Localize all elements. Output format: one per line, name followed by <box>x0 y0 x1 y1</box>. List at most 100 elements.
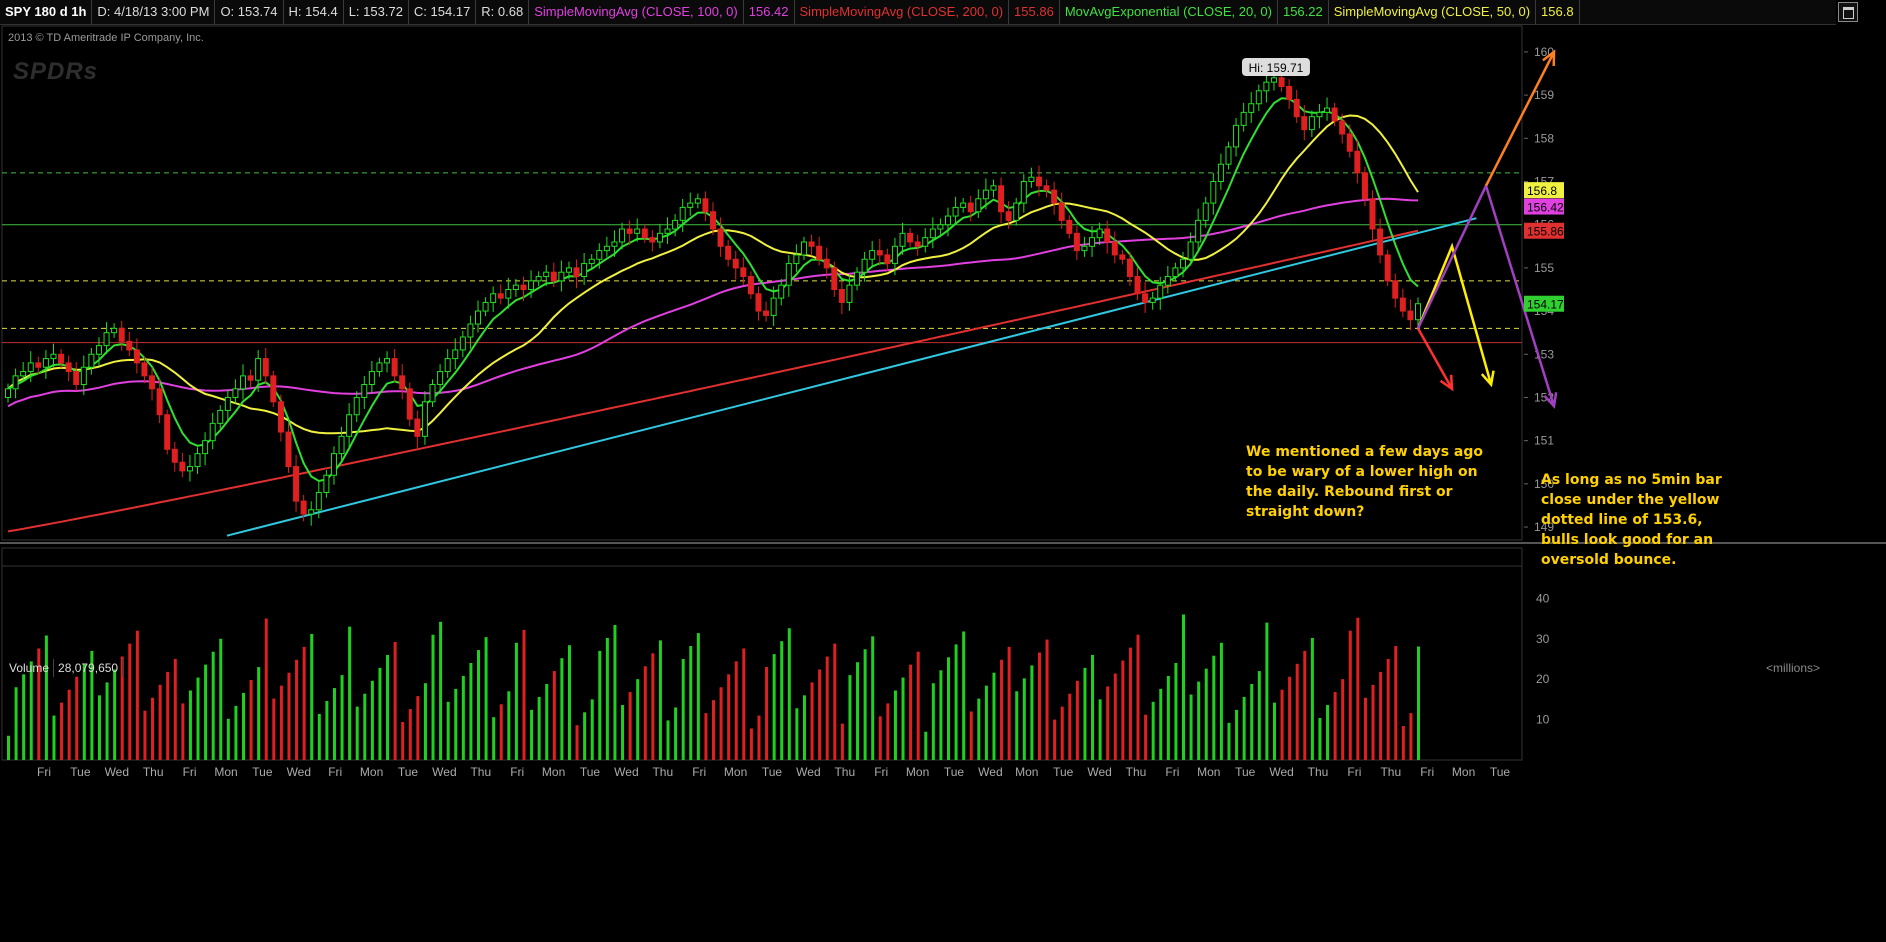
volume-bar <box>135 630 139 760</box>
volume-bar <box>439 621 443 760</box>
candle-body <box>368 371 375 386</box>
candle-body <box>58 353 65 364</box>
candle-body <box>793 254 800 265</box>
volume-axis-label: 10 <box>1536 713 1550 727</box>
volume-bar <box>787 628 791 760</box>
candle-body <box>467 323 474 338</box>
volume-bar <box>166 671 170 760</box>
volume-bar <box>575 725 579 760</box>
price-tag-label: 155.86 <box>1527 225 1564 239</box>
volume-bar <box>67 689 71 760</box>
x-axis-label: Fri <box>1420 765 1434 779</box>
volume-bar <box>1030 665 1034 760</box>
volume-bar <box>1098 699 1102 760</box>
x-axis-label: Mon <box>1015 765 1038 779</box>
candle-body <box>1263 81 1270 92</box>
x-axis-label: Mon <box>542 765 565 779</box>
candle-body <box>763 310 770 316</box>
volume-bar <box>1144 714 1148 760</box>
candle-body <box>1096 228 1103 239</box>
volume-bar <box>1356 617 1360 760</box>
candle-body <box>1157 284 1164 299</box>
candle-body <box>156 388 163 416</box>
volume-axis-label: 20 <box>1536 672 1550 686</box>
candle-body <box>27 362 34 373</box>
candle-body <box>1255 90 1262 105</box>
volume-bar <box>128 643 132 760</box>
candle-body <box>300 500 307 515</box>
candle-body <box>914 241 921 247</box>
volume-bar <box>196 677 200 760</box>
volume-bar <box>621 705 625 760</box>
volume-bar <box>97 695 101 760</box>
candle-body <box>770 297 777 316</box>
candle-body <box>1217 163 1224 182</box>
candle-body <box>285 431 292 468</box>
candle-body <box>88 353 95 368</box>
x-axis-label: Wed <box>978 765 1002 779</box>
volume-bar <box>310 633 314 760</box>
watermark-logo: SPDRs <box>13 58 99 85</box>
candle-body <box>785 263 792 286</box>
candle-body <box>1346 133 1353 152</box>
candle-body <box>323 474 330 493</box>
candle-body <box>346 414 353 437</box>
candle-body <box>1210 180 1217 204</box>
volume-bar <box>984 685 988 760</box>
volume-bar <box>1326 705 1330 760</box>
x-axis-label: Fri <box>1347 765 1361 779</box>
x-axis-label: Fri <box>510 765 524 779</box>
volume-bar <box>712 700 715 760</box>
candle-body <box>694 198 701 204</box>
volume-bar <box>370 680 374 760</box>
candle-body <box>126 340 133 351</box>
x-axis-label: Tue <box>580 765 601 779</box>
annotation-note-1: We mentioned a few days ago to be wary o… <box>1246 444 1484 520</box>
candle-body <box>95 345 102 355</box>
candle-body <box>1278 77 1285 87</box>
volume-bar <box>1401 726 1405 760</box>
volume-bar <box>840 723 844 760</box>
candle-body <box>1195 219 1202 243</box>
volume-bar <box>408 709 412 760</box>
candle-body <box>922 237 929 247</box>
volume-bar <box>1197 681 1201 760</box>
volume-bar <box>1151 701 1155 760</box>
candle-body <box>111 327 118 334</box>
high-label-text: Hi: 159.71 <box>1249 61 1304 75</box>
candle-body <box>490 293 497 303</box>
volume-bar <box>674 707 678 760</box>
x-axis-label: Tue <box>398 765 419 779</box>
volume-bar <box>151 697 155 760</box>
candle-body <box>133 349 140 364</box>
volume-bar <box>1037 652 1041 760</box>
candle-body <box>429 384 436 403</box>
candle-body <box>611 241 618 247</box>
candle-body <box>171 448 178 463</box>
volume-bar <box>393 641 397 760</box>
candle-body <box>149 375 156 390</box>
candle-body <box>1407 310 1414 321</box>
volume-bar <box>909 664 913 760</box>
volume-bar <box>689 646 693 760</box>
candle-body <box>1399 297 1406 312</box>
volume-bar <box>583 712 587 760</box>
candle-body <box>459 336 466 351</box>
candle-body <box>1415 303 1421 321</box>
volume-bar <box>1265 622 1269 760</box>
candle-body <box>1089 237 1096 247</box>
volume-bar <box>1106 686 1110 760</box>
volume-bar <box>52 715 56 760</box>
candle-body <box>672 219 679 230</box>
candle-body <box>975 198 982 213</box>
volume-bar <box>901 677 905 760</box>
candle-body <box>1134 276 1141 295</box>
candle-body <box>186 466 193 472</box>
x-axis-label: Tue <box>1490 765 1511 779</box>
candle-body <box>1202 202 1209 221</box>
volume-bar <box>613 625 617 760</box>
candle-body <box>73 371 80 386</box>
candle-body <box>1293 98 1300 118</box>
volume-bar <box>765 667 769 760</box>
candle-body <box>1066 219 1073 234</box>
